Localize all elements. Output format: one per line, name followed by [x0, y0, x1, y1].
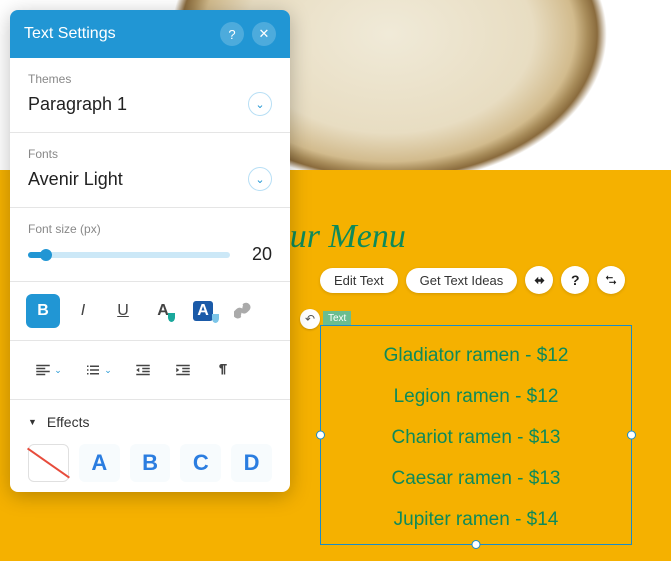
selected-text-element[interactable]: Gladiator ramen - $12 Legion ramen - $12… — [320, 325, 632, 545]
italic-button[interactable]: I — [66, 294, 100, 328]
themes-section: Themes Paragraph 1 ⌄ — [10, 58, 290, 133]
effect-b[interactable]: B — [130, 444, 171, 482]
themes-value: Paragraph 1 — [28, 94, 127, 115]
list-button[interactable]: ⌄ — [76, 353, 120, 387]
fontsize-value[interactable]: 20 — [244, 244, 272, 265]
fontsize-section: Font size (px) 20 — [10, 208, 290, 282]
resize-handle-left[interactable] — [316, 431, 325, 440]
panel-title: Text Settings — [24, 25, 116, 43]
text-direction-button[interactable] — [206, 353, 240, 387]
caret-down-icon: ▼ — [28, 417, 37, 427]
themes-label: Themes — [28, 72, 272, 86]
resize-handle-bottom[interactable] — [472, 540, 481, 549]
effect-none[interactable] — [28, 444, 69, 482]
panel-header: Text Settings ? ✕ — [10, 10, 290, 58]
get-text-ideas-button[interactable]: Get Text Ideas — [406, 268, 518, 293]
format-row-2: ⌄ ⌄ — [10, 341, 290, 400]
text-edit-toolbar: Edit Text Get Text Ideas ? — [320, 266, 625, 294]
menu-item[interactable]: Legion ramen - $12 — [321, 386, 631, 408]
bold-button[interactable]: B — [26, 294, 60, 328]
effects-toggle[interactable]: ▼ Effects — [10, 400, 290, 444]
fontsize-label: Font size (px) — [28, 222, 272, 236]
fonts-value: Avenir Light — [28, 169, 123, 190]
resize-handle-right[interactable] — [627, 431, 636, 440]
outdent-button[interactable] — [126, 353, 160, 387]
animation-icon[interactable] — [525, 266, 553, 294]
menu-item[interactable]: Caesar ramen - $13 — [321, 468, 631, 490]
menu-item[interactable]: Jupiter ramen - $14 — [321, 509, 631, 531]
help-icon[interactable]: ? — [561, 266, 589, 294]
text-settings-panel: Text Settings ? ✕ Themes Paragraph 1 ⌄ F… — [10, 10, 290, 492]
effects-swatches: A B C D — [10, 444, 290, 492]
panel-close-icon[interactable]: ✕ — [252, 22, 276, 46]
chevron-down-icon: ⌄ — [248, 92, 272, 116]
format-row-1: B I U A A — [10, 282, 290, 341]
chevron-down-icon: ⌄ — [248, 167, 272, 191]
effect-a[interactable]: A — [79, 444, 120, 482]
effects-label: Effects — [47, 414, 90, 430]
settings-swap-icon[interactable] — [597, 266, 625, 294]
menu-item[interactable]: Chariot ramen - $13 — [321, 427, 631, 449]
element-type-tag: Text — [323, 311, 351, 326]
fontsize-slider[interactable] — [28, 252, 230, 258]
effect-d[interactable]: D — [231, 444, 272, 482]
underline-button[interactable]: U — [106, 294, 140, 328]
align-button[interactable]: ⌄ — [26, 353, 70, 387]
edit-text-button[interactable]: Edit Text — [320, 268, 398, 293]
fonts-label: Fonts — [28, 147, 272, 161]
slider-thumb[interactable] — [40, 249, 52, 261]
effect-c[interactable]: C — [180, 444, 221, 482]
link-button[interactable] — [226, 294, 260, 328]
indent-button[interactable] — [166, 353, 200, 387]
menu-item[interactable]: Gladiator ramen - $12 — [321, 345, 631, 367]
fonts-dropdown[interactable]: Avenir Light ⌄ — [28, 167, 272, 191]
text-color-button[interactable]: A — [146, 294, 180, 328]
undo-icon[interactable]: ↶ — [300, 309, 320, 329]
fonts-section: Fonts Avenir Light ⌄ — [10, 133, 290, 208]
panel-help-icon[interactable]: ? — [220, 22, 244, 46]
themes-dropdown[interactable]: Paragraph 1 ⌄ — [28, 92, 272, 116]
highlight-color-button[interactable]: A — [186, 294, 220, 328]
